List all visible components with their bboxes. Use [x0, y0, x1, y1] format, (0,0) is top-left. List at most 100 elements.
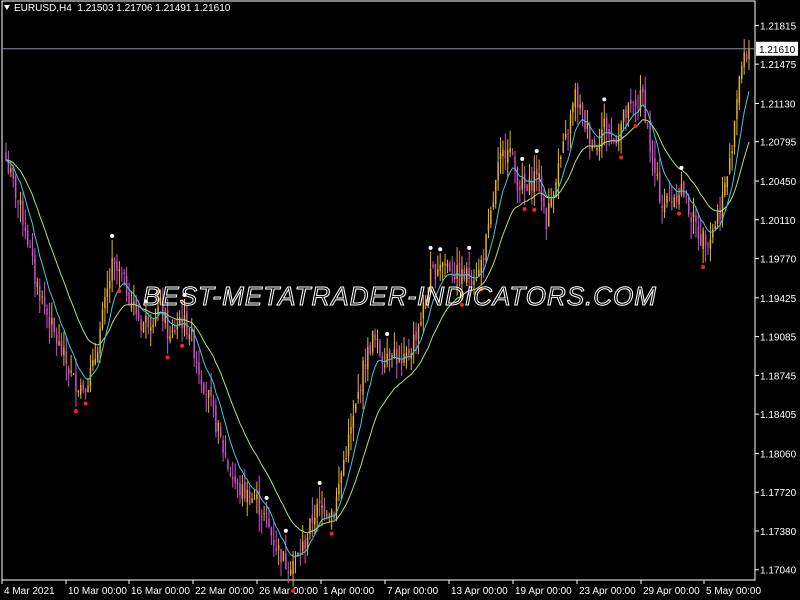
price-open: 1.21503 [77, 3, 114, 14]
chart-canvas[interactable]: 1.21815 1.21475 1.21130 1.20795 1.20450 1.201… [0, 0, 800, 600]
candle-body [229, 472, 232, 476]
candle-body [540, 176, 543, 202]
chart-menu-arrow-icon[interactable] [4, 5, 10, 10]
candle-body [557, 163, 560, 185]
candle-body [142, 321, 145, 332]
watermark-text: BEST-METATRADER-INDICATORS.COM [143, 281, 657, 311]
candle-body [642, 87, 644, 93]
candle-body [516, 167, 519, 191]
candle-body [523, 173, 526, 188]
candle-body [77, 390, 80, 392]
candle-body [644, 89, 647, 123]
candle-body [482, 257, 485, 261]
candle-body [301, 541, 304, 551]
x-tick-label: 7 Apr 00:00 [387, 586, 439, 597]
candle-body [14, 176, 17, 198]
candle-body [282, 551, 285, 562]
candle-body [396, 349, 398, 365]
candle-body [53, 317, 55, 333]
candle-body [183, 314, 186, 329]
candle-body [195, 360, 198, 364]
candle-body [265, 516, 268, 518]
candle-body [412, 334, 415, 351]
candle-body [19, 199, 22, 205]
x-tick-label: 23 Apr 00:00 [579, 586, 636, 597]
candle-body [200, 379, 203, 385]
candle-body [205, 394, 207, 396]
candle-body [311, 515, 314, 524]
candle-body [748, 48, 750, 59]
candle-body [321, 505, 323, 508]
candle-body [176, 325, 179, 330]
candle-body [444, 263, 446, 265]
candle-body [637, 106, 639, 108]
candle-body [364, 363, 367, 369]
candle-body [280, 548, 282, 563]
candle-body [576, 86, 579, 108]
candle-body [487, 223, 490, 232]
swing-high-marker [679, 165, 684, 170]
candle-body [123, 271, 125, 274]
candle-body [702, 230, 704, 249]
swing-high-marker [602, 97, 607, 102]
swing-low-marker [532, 207, 537, 212]
y-tick-label: 1.21130 [760, 99, 796, 110]
candle-body [147, 316, 150, 328]
swing-high-marker [317, 481, 322, 486]
candle-body [497, 162, 499, 181]
candle-body [408, 349, 410, 356]
candle-body [43, 296, 46, 307]
candle-body [273, 540, 275, 546]
y-tick-label: 1.17380 [760, 527, 797, 538]
x-tick-label: 5 May 00:00 [706, 586, 761, 597]
chart-area[interactable]: 1.21815 1.21475 1.21130 1.20795 1.20450 1.201… [0, 0, 800, 600]
candle-body [34, 255, 36, 284]
fast-ma-line [5, 91, 750, 557]
candle-body [99, 328, 101, 353]
candle-body [87, 385, 89, 393]
candle-body [111, 257, 113, 281]
candle-body [511, 152, 514, 154]
candle-body [294, 556, 297, 558]
candle-body [692, 211, 695, 218]
candle-body [355, 403, 357, 412]
candle-body [65, 351, 68, 365]
candle-body [326, 514, 328, 516]
candle-body [48, 316, 51, 329]
x-tick-label: 29 Apr 00:00 [643, 586, 700, 597]
candle-body [63, 347, 65, 356]
candle-body [736, 99, 738, 120]
candle-body [579, 104, 581, 109]
candle-body [509, 148, 511, 153]
candle-body [738, 76, 741, 104]
candle-body [446, 264, 449, 267]
candle-body [468, 268, 470, 280]
swing-low-marker [165, 355, 170, 360]
candle-body [186, 311, 188, 335]
candle-body [357, 391, 359, 400]
candle-body [10, 168, 12, 173]
candle-body [150, 327, 152, 331]
candle-body [260, 516, 263, 518]
candle-body [434, 264, 437, 280]
candle-body [550, 198, 552, 207]
candle-body [622, 109, 625, 123]
y-tick-label: 1.20795 [760, 138, 797, 149]
candle-body [695, 215, 697, 223]
candle-body [502, 149, 504, 156]
candle-body [347, 434, 350, 457]
x-tick-label: 4 Mar 2021 [4, 586, 55, 597]
candle-body [656, 174, 659, 176]
swing-high-marker [467, 245, 472, 250]
candle-body [620, 123, 622, 140]
candle-body [724, 182, 726, 196]
x-tick-label: 22 Mar 00:00 [195, 586, 254, 597]
candle-body [545, 207, 548, 230]
candle-body [700, 234, 702, 247]
candle-body [519, 186, 521, 190]
candle-body [391, 355, 393, 358]
candle-body [745, 53, 748, 61]
candle-body [668, 197, 671, 199]
x-tick-label: 26 Mar 00:00 [259, 586, 318, 597]
candle-body [572, 103, 574, 112]
